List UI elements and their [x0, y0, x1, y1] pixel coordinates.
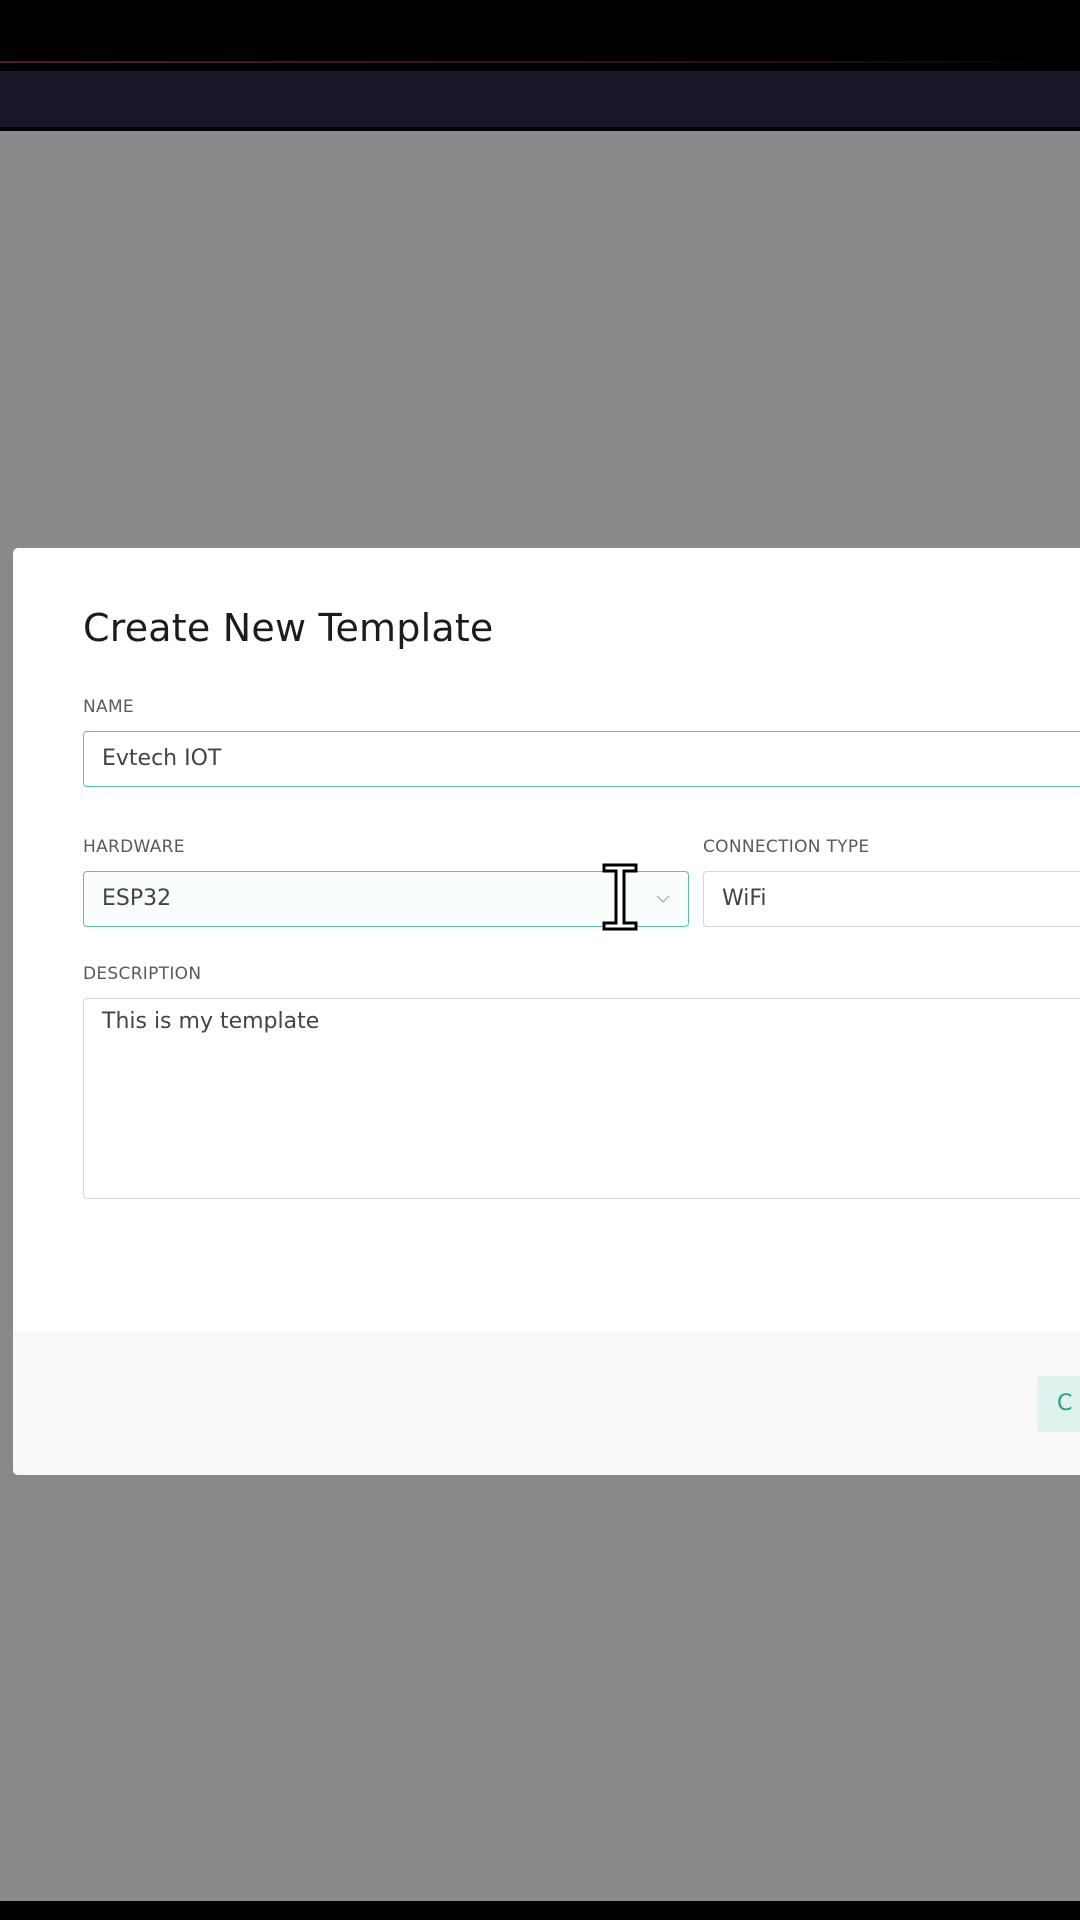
- app-header: [0, 71, 1080, 127]
- name-input[interactable]: Evtech IOT: [83, 731, 1080, 787]
- hardware-select[interactable]: ESP32: [83, 871, 689, 927]
- top-accent-line: [0, 61, 1080, 63]
- chevron-down-icon[interactable]: [654, 890, 672, 908]
- text-cursor-icon: [602, 863, 638, 931]
- connection-type-select[interactable]: WiFi: [703, 871, 1080, 927]
- hardware-select-value: ESP32: [102, 886, 172, 911]
- create-button[interactable]: C: [1037, 1376, 1080, 1432]
- dialog-footer: C: [13, 1332, 1080, 1475]
- dialog-title: Create New Template: [83, 606, 494, 650]
- description-label: DESCRIPTION: [83, 964, 202, 984]
- description-textarea[interactable]: This is my template: [83, 998, 1080, 1199]
- hardware-label: HARDWARE: [83, 837, 185, 857]
- top-black-bar: [0, 0, 1080, 62]
- bottom-black-bar: [0, 1901, 1080, 1920]
- create-template-dialog: Create New Template NAME Evtech IOT HARD…: [13, 548, 1080, 1475]
- name-label: NAME: [83, 697, 134, 717]
- connection-type-label: CONNECTION TYPE: [703, 837, 870, 857]
